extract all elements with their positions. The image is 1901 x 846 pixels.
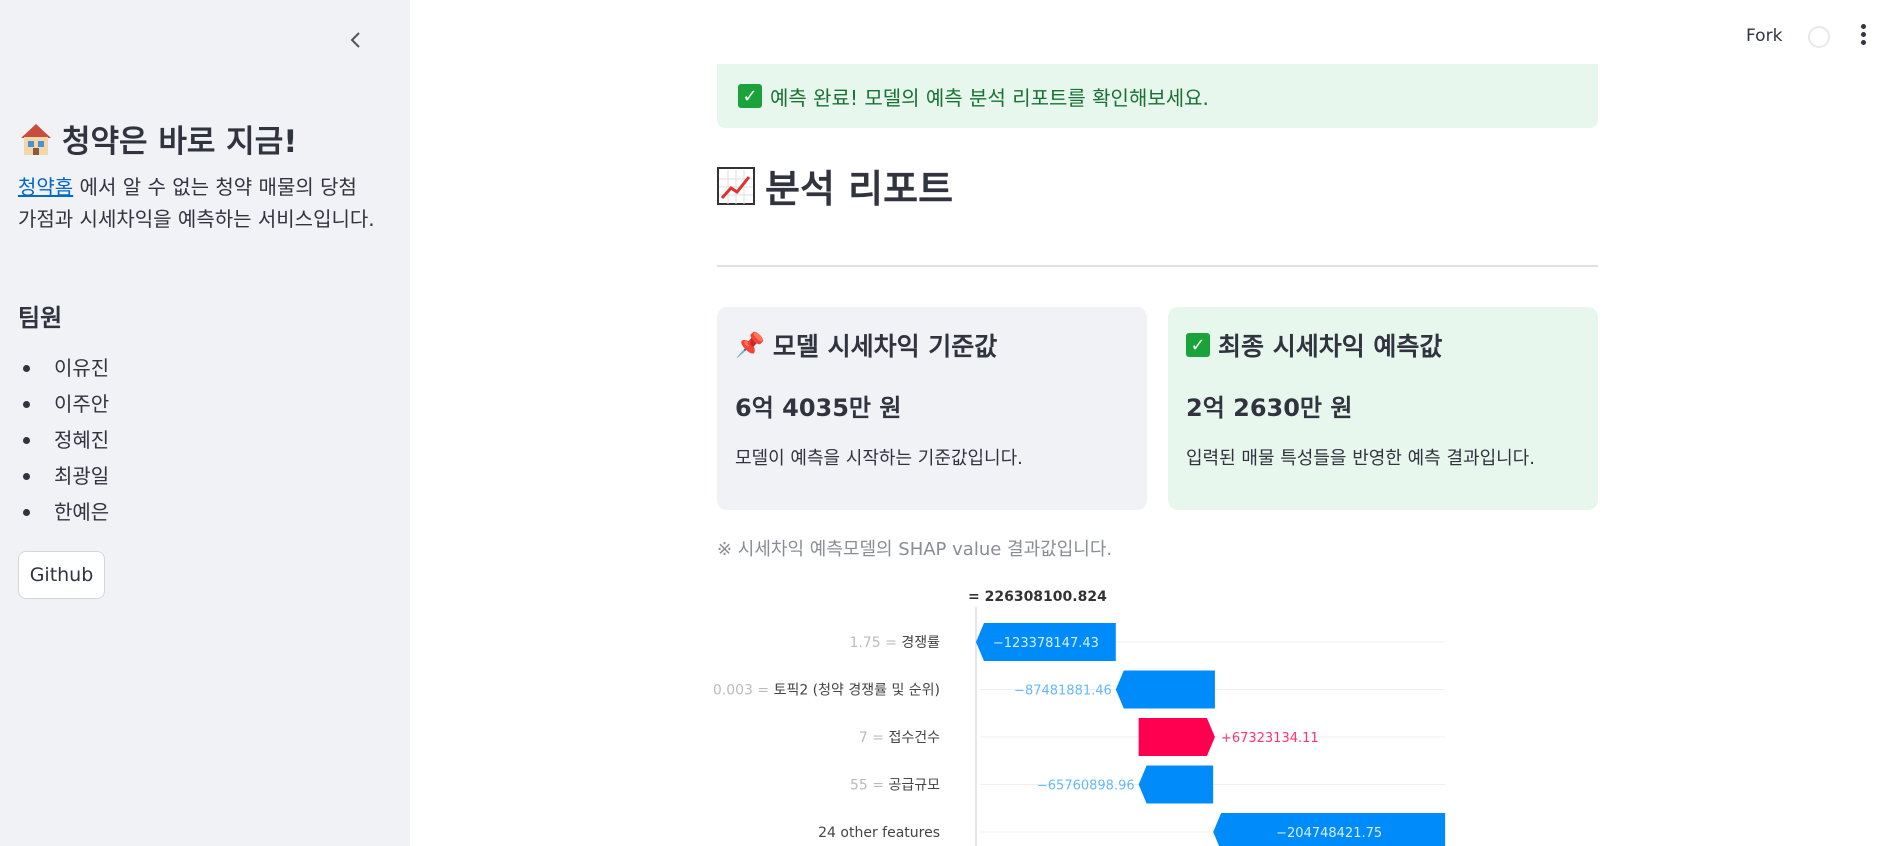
base-card-value: 6억 4035만 원 [735,394,902,422]
success-alert: ✓ 예측 완료! 모델의 예측 분석 리포트를 확인해보세요. [717,64,1598,128]
chevron-left-icon [350,32,360,48]
base-card-title: 📌 모델 시세차익 기준값 [735,327,997,363]
team-list: 이유진 이주안 정혜진 최광일 한예은 [18,350,109,530]
feature-name: 접수건수 [888,730,940,746]
feature-label: 1.75 = 경쟁률 [850,635,941,651]
feature-value: 55 = [850,778,888,794]
final-card-value: 2억 2630만 원 [1186,394,1353,422]
feature-name: 24 other features [818,825,940,841]
feature-name: 토픽2 (청약 경쟁률 및 순위) [774,683,940,699]
team-member: 정혜진 [18,422,109,458]
kebab-dot-icon [1860,24,1866,29]
kebab-dot-icon [1860,40,1866,45]
feature-label: 7 = 접수건수 [859,730,940,746]
main-menu-button[interactable] [1856,24,1870,48]
service-description: 청약홈 에서 알 수 없는 청약 매물의 당첨 가점과 시세차익을 예측하는 서… [18,171,378,235]
fork-link[interactable]: Fork [1746,26,1782,46]
top-value-label: = 226308100.824 [968,589,1107,605]
shap-value-label: −87481881.46 [1014,684,1112,699]
final-card-description: 입력된 매물 특성들을 반영한 예측 결과입니다. [1186,448,1535,469]
divider [717,265,1598,267]
feature-name: 경쟁률 [901,635,940,651]
shap-value-label: −123378147.43 [993,636,1099,651]
cheongyak-home-link[interactable]: 청약홈 [18,175,73,199]
shap-value-label: −65760898.96 [1037,779,1135,794]
report-title: 분석 리포트 [717,158,953,213]
shap-value-label: +67323134.11 [1221,731,1319,746]
feature-value: 7 = [859,730,889,746]
shap-bar [1115,670,1215,709]
kebab-dot-icon [1860,32,1866,37]
collapse-sidebar-button[interactable] [344,28,368,52]
shap-bar [1138,765,1214,804]
house-icon [21,123,51,155]
team-member: 한예은 [18,494,109,530]
feature-label: 0.003 = 토픽2 (청약 경쟁률 및 순위) [713,683,940,699]
base-value-card: 📌 모델 시세차익 기준값 6억 4035만 원 모델이 예측을 시작하는 기준… [717,307,1147,510]
github-button[interactable]: Github [18,551,105,599]
shap-note: ※ 시세차익 예측모델의 SHAP value 결과값입니다. [717,539,1113,560]
app-title-text: 청약은 바로 지금! [62,124,298,160]
team-title: 팀원 [18,304,63,332]
alert-text: 예측 완료! 모델의 예측 분석 리포트를 확인해보세요. [770,85,1209,110]
team-member: 이주안 [18,386,109,422]
final-card-title: ✓ 최종 시세차익 예측값 [1186,327,1442,363]
sidebar: 청약은 바로 지금! 청약홈 에서 알 수 없는 청약 매물의 당첨 가점과 시… [0,0,410,846]
check-icon: ✓ [1186,333,1210,357]
team-member: 최광일 [18,458,109,494]
base-card-title-text: 모델 시세차익 기준값 [772,332,998,361]
team-member: 이유진 [18,350,109,386]
pushpin-icon: 📌 [735,331,765,359]
feature-label: 24 other features [818,825,940,841]
shap-value-label: −204748421.75 [1276,826,1382,841]
app-title: 청약은 바로 지금! [18,116,297,161]
shap-bar [1138,718,1215,756]
status-spinner-icon [1808,26,1830,48]
check-icon: ✓ [738,84,762,108]
base-card-description: 모델이 예측을 시작하는 기준값입니다. [735,448,1023,469]
feature-value: 0.003 = [713,683,774,699]
feature-value: 1.75 = [850,635,902,651]
shap-waterfall-chart: = 226308100.824 −123378147.43 1.75 = 경쟁률 −8… [713,589,1446,846]
report-title-text: 분석 리포트 [765,167,954,211]
feature-label: 55 = 공급규모 [850,778,940,794]
feature-name: 공급규모 [888,778,940,794]
final-prediction-card: ✓ 최종 시세차익 예측값 2억 2630만 원 입력된 매물 특성들을 반영한… [1168,307,1598,510]
chart-increasing-icon [717,166,755,205]
final-card-title-text: 최종 시세차익 예측값 [1218,332,1443,361]
